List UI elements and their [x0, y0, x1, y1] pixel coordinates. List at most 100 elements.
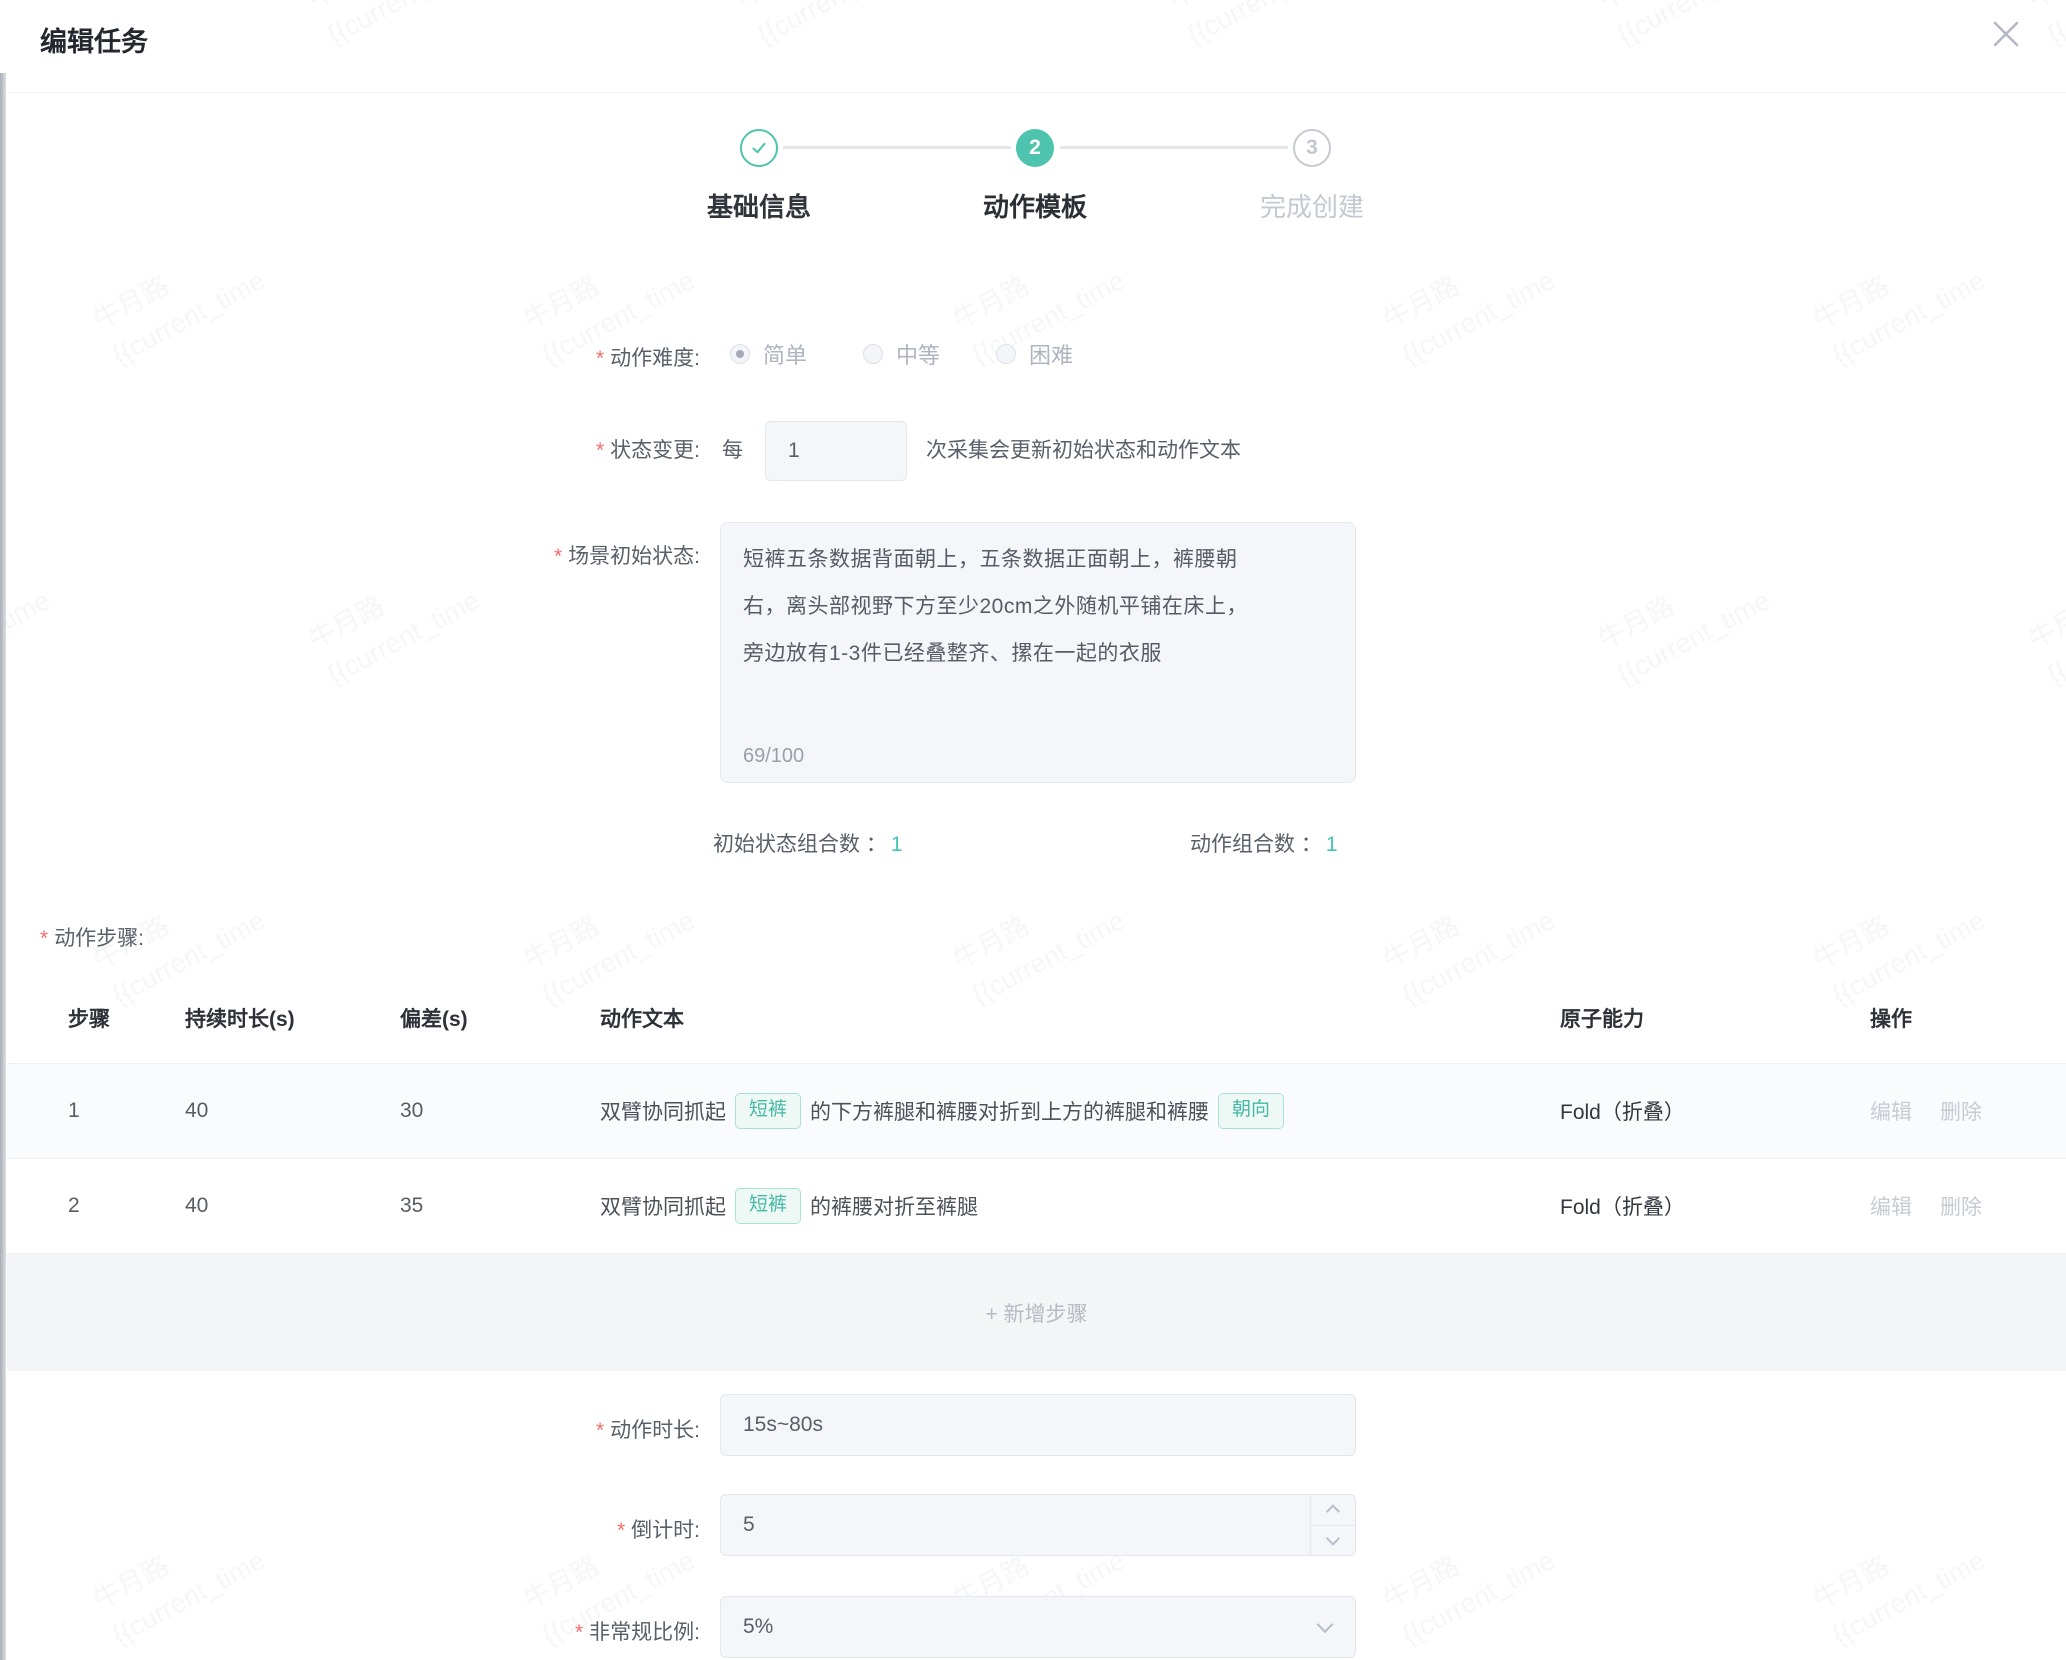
- step1-done-circle: [740, 129, 778, 167]
- col-header-ops: 操作: [1870, 1003, 1912, 1033]
- initial-combo-label: 初始状态组合数 ：: [713, 833, 887, 856]
- cell-ops: 编辑 删除: [1870, 1096, 2010, 1126]
- action-text-fragment: 双臂协同抓起: [600, 1096, 726, 1126]
- close-icon: [1989, 17, 2023, 51]
- watermark-text: 牛月路{{current_time: [1806, 1505, 1992, 1655]
- required-star: *: [617, 1519, 625, 1542]
- chevron-up-icon: [1326, 1504, 1340, 1518]
- action-steps-label: *动作步骤:: [40, 922, 144, 952]
- dialog-title: 编辑任务: [40, 20, 148, 59]
- close-button[interactable]: [1980, 8, 2032, 60]
- watermark-text: 牛月路{{current_time: [1806, 225, 1992, 375]
- watermark-text: 牛月路{{current_time: [86, 225, 272, 375]
- action-text-fragment: 的裤腰对折至裤腿: [810, 1191, 978, 1221]
- entity-tag: 短裤: [735, 1188, 801, 1224]
- difficulty-radio-group: 简单 中等 困难: [730, 338, 1129, 370]
- step3-wait-circle: 3: [1293, 129, 1331, 167]
- radio-medium-label: 中等: [896, 338, 940, 370]
- cell-duration: 40: [185, 1099, 208, 1123]
- required-star: *: [596, 1419, 604, 1442]
- entity-tag: 短裤: [735, 1093, 801, 1129]
- state-change-label: *状态变更:: [300, 434, 700, 464]
- watermark-text: 牛月路{{current_time: [2021, 545, 2066, 695]
- cell-ability: Fold（折叠）: [1560, 1191, 1685, 1221]
- radio-easy-circle: [730, 344, 750, 364]
- countdown-label: *倒计时:: [300, 1514, 700, 1544]
- action-combo-count: 动作组合数 ：1: [1190, 828, 1338, 858]
- cell-ops: 编辑 删除: [1870, 1191, 2010, 1221]
- countdown-input[interactable]: 5: [720, 1494, 1356, 1556]
- countdown-value: 5: [721, 1513, 755, 1537]
- required-star: *: [596, 439, 604, 462]
- required-star: *: [596, 347, 604, 370]
- action-steps-table: 步骤 持续时长(s) 偏差(s) 动作文本 原子能力 操作 1 40 30 双臂协同抓…: [7, 975, 2066, 1371]
- chevron-down-icon: [1326, 1532, 1340, 1546]
- table-row: 24035双臂协同抓起短裤的裤腰对折至裤腿Fold（折叠）编辑删除: [7, 1158, 2066, 1253]
- watermark-text: 牛月路{{current_time: [1591, 545, 1777, 695]
- char-counter: 69/100: [743, 745, 804, 768]
- cell-ability: Fold（折叠）: [1560, 1096, 1685, 1126]
- cell-action-text: 双臂协同抓起短裤的下方裤腿和裤腰对折到上方的裤腿和裤腰朝向: [600, 1093, 1293, 1129]
- step-connector-1: [783, 146, 1011, 149]
- edit-link[interactable]: 编辑: [1870, 1101, 1912, 1124]
- unusual-ratio-value: 5%: [721, 1615, 773, 1639]
- initial-state-textarea[interactable]: 短裤五条数据背面朝上，五条数据正面朝上，裤腰朝 右，离头部视野下方至少20cm之…: [720, 522, 1356, 783]
- cell-deviation: 30: [400, 1099, 423, 1123]
- radio-hard-label: 困难: [1029, 338, 1073, 370]
- check-icon: [749, 138, 769, 158]
- number-spinner: [1310, 1495, 1355, 1555]
- step3-label: 完成创建: [1182, 187, 1442, 224]
- delete-link[interactable]: 删除: [1940, 1101, 1982, 1124]
- watermark-text: 牛月路{{current_time: [1376, 225, 1562, 375]
- step-connector-2: [1060, 146, 1288, 149]
- state-change-input[interactable]: 1: [765, 421, 907, 481]
- step2-label: 动作模板: [905, 187, 1165, 224]
- edit-task-dialog: 牛月路{{current_time 牛月路{{current_time 牛月路{{c…: [0, 0, 2066, 1660]
- required-star: *: [575, 1621, 583, 1644]
- step2-active-circle: 2: [1016, 129, 1054, 167]
- radio-medium-circle: [863, 344, 883, 364]
- unusual-ratio-select[interactable]: 5%: [720, 1596, 1356, 1658]
- col-header-deviation: 偏差(s): [400, 1003, 468, 1033]
- action-combo-value: 1: [1326, 833, 1338, 856]
- step1-label: 基础信息: [629, 187, 889, 224]
- watermark-text: 牛月路{{current_time: [1376, 1505, 1562, 1655]
- action-combo-label: 动作组合数 ：: [1190, 833, 1322, 856]
- cell-action-text: 双臂协同抓起短裤的裤腰对折至裤腿: [600, 1188, 978, 1224]
- col-header-step: 步骤: [68, 1003, 110, 1033]
- unusual-ratio-label: *非常规比例:: [300, 1616, 700, 1646]
- initial-combo-value: 1: [891, 833, 903, 856]
- table-row: 1 40 30 双臂协同抓起短裤的下方裤腿和裤腰对折到上方的裤腿和裤腰朝向 Fold（折…: [7, 1063, 2066, 1158]
- page-behind-sliver: [0, 73, 6, 1660]
- radio-medium[interactable]: 中等: [863, 338, 940, 370]
- duration-value: 15s~80s: [721, 1413, 823, 1437]
- radio-easy-label: 简单: [763, 338, 807, 370]
- duration-label: *动作时长:: [300, 1414, 700, 1444]
- initial-state-label: *场景初始状态:: [300, 540, 700, 570]
- state-change-prefix: 每: [722, 434, 743, 464]
- required-star: *: [40, 927, 48, 950]
- cell-step: 1: [68, 1099, 80, 1123]
- edit-link[interactable]: 编辑: [1870, 1196, 1912, 1219]
- col-header-duration: 持续时长(s): [185, 1003, 295, 1033]
- delete-link[interactable]: 删除: [1940, 1196, 1982, 1219]
- cell-deviation: 35: [400, 1194, 423, 1218]
- add-step-button[interactable]: + 新增步骤: [7, 1253, 2066, 1371]
- radio-easy[interactable]: 简单: [730, 338, 807, 370]
- select-chevron-down-icon: [1317, 1616, 1334, 1633]
- difficulty-label: *动作难度:: [300, 342, 700, 372]
- state-change-suffix: 次采集会更新初始状态和动作文本: [926, 434, 1241, 464]
- spinner-up-button[interactable]: [1311, 1495, 1355, 1525]
- duration-input[interactable]: 15s~80s: [720, 1394, 1356, 1456]
- table-header-row: 步骤 持续时长(s) 偏差(s) 动作文本 原子能力 操作: [7, 975, 2066, 1063]
- initial-combo-count: 初始状态组合数 ：1: [713, 828, 903, 858]
- watermark-text: 牛月路{{current_time: [0, 545, 57, 695]
- state-change-value: 1: [766, 439, 800, 463]
- dialog-header: 编辑任务: [0, 0, 2066, 93]
- cell-step: 2: [68, 1194, 80, 1218]
- radio-hard-circle: [996, 344, 1016, 364]
- entity-tag: 朝向: [1218, 1093, 1284, 1129]
- radio-hard[interactable]: 困难: [996, 338, 1073, 370]
- initial-state-text: 短裤五条数据背面朝上，五条数据正面朝上，裤腰朝 右，离头部视野下方至少20cm之…: [743, 536, 1335, 677]
- spinner-down-button[interactable]: [1311, 1525, 1355, 1556]
